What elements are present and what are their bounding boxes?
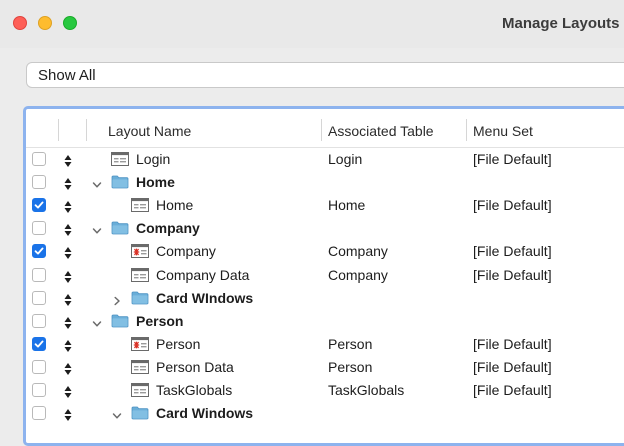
chevron-right-icon[interactable] <box>112 293 122 305</box>
menu-set: [File Default] <box>473 197 552 214</box>
folder-row[interactable]: Card Windows <box>26 402 624 425</box>
layout-name: Person <box>136 312 184 329</box>
menu-checkbox[interactable] <box>32 244 46 259</box>
menu-set: [File Default] <box>473 151 552 167</box>
reorder-handle-icon[interactable] <box>64 316 72 329</box>
layout-name: Home <box>136 174 175 191</box>
menu-checkbox[interactable] <box>32 406 46 421</box>
menu-set: [File Default] <box>473 243 552 260</box>
layout-row[interactable]: TaskGlobals TaskGlobals [File Default] <box>26 379 624 402</box>
layout-icon <box>131 198 149 213</box>
folder-icon <box>111 221 129 235</box>
reorder-handle-icon[interactable] <box>64 293 72 306</box>
folder-icon <box>111 314 129 328</box>
reorder-handle-icon[interactable] <box>64 270 72 283</box>
show-filter-popup[interactable]: Show All <box>26 62 624 88</box>
associated-table: Login <box>328 151 363 167</box>
layout-name: Card WIndows <box>156 289 254 306</box>
associated-table: Person <box>328 335 373 352</box>
layout-icon <box>131 267 149 282</box>
layout-name: Card Windows <box>156 405 254 422</box>
layout-name: Person Data <box>156 358 234 375</box>
list-header: Layout Name Associated Table Menu Set <box>26 109 624 148</box>
layout-name: Home <box>156 197 194 214</box>
layout-name: TaskGlobals <box>156 382 233 398</box>
associated-table: Person <box>328 358 373 375</box>
close-window-button[interactable] <box>13 16 27 30</box>
layout-icon-red <box>131 244 149 259</box>
show-filter-value: Show All <box>38 67 96 84</box>
folder-row[interactable]: Home <box>26 171 624 194</box>
menu-checkbox[interactable] <box>32 175 46 190</box>
layout-name: Company <box>156 243 216 260</box>
chevron-down-icon[interactable] <box>92 223 102 234</box>
layout-row[interactable]: Login Login [File Default] <box>26 148 624 171</box>
chevron-down-icon[interactable] <box>92 177 102 188</box>
header-divider <box>321 119 322 141</box>
layout-row[interactable]: Home Home [File Default] <box>26 194 624 217</box>
layout-row[interactable]: Company Data Company [File Default] <box>26 264 624 287</box>
layout-name: Company Data <box>156 266 250 283</box>
associated-table: TaskGlobals <box>328 382 405 398</box>
layout-icon-red <box>131 336 149 351</box>
column-header-associated-table[interactable]: Associated Table <box>328 123 434 139</box>
folder-icon <box>131 291 149 305</box>
header-divider <box>86 119 87 141</box>
associated-table: Company <box>328 243 388 260</box>
layout-name: Company <box>136 220 200 237</box>
layout-row[interactable]: Person Data Person [File Default] <box>26 356 624 379</box>
chevron-down-icon[interactable] <box>112 408 122 419</box>
menu-checkbox[interactable] <box>32 290 46 305</box>
menu-set: [File Default] <box>473 382 552 398</box>
title-bar: Manage Layouts <box>0 0 624 48</box>
menu-set: [File Default] <box>473 358 552 375</box>
menu-checkbox[interactable] <box>32 221 46 236</box>
window-title: Manage Layouts <box>502 15 620 32</box>
layout-icon <box>111 152 129 166</box>
layout-name: Person <box>156 335 201 352</box>
column-header-menu-set[interactable]: Menu Set <box>473 123 533 139</box>
associated-table: Company <box>328 266 388 283</box>
reorder-handle-icon[interactable] <box>64 246 72 260</box>
menu-checkbox[interactable] <box>32 383 46 397</box>
folder-icon <box>111 175 129 189</box>
layout-name: Login <box>136 151 171 167</box>
layout-row[interactable]: Person Person [File Default] <box>26 333 624 356</box>
layout-icon <box>131 383 149 397</box>
associated-table: Home <box>328 197 366 214</box>
folder-row[interactable]: Company <box>26 217 624 240</box>
menu-checkbox[interactable] <box>32 152 46 166</box>
reorder-handle-icon[interactable] <box>64 154 72 167</box>
header-divider <box>466 119 467 141</box>
layout-icon <box>131 359 149 374</box>
layout-row[interactable]: Company Company [File Default] <box>26 240 624 263</box>
menu-set: [File Default] <box>473 266 552 283</box>
reorder-handle-icon[interactable] <box>64 385 72 398</box>
menu-checkbox[interactable] <box>32 336 46 351</box>
menu-set: [File Default] <box>473 335 552 352</box>
reorder-handle-icon[interactable] <box>64 200 72 214</box>
menu-checkbox[interactable] <box>32 359 46 374</box>
folder-row[interactable]: Person <box>26 310 624 333</box>
reorder-handle-icon[interactable] <box>64 362 72 375</box>
minimize-window-button[interactable] <box>38 16 52 30</box>
folder-icon <box>131 406 149 420</box>
chevron-down-icon[interactable] <box>92 316 102 327</box>
reorder-handle-icon[interactable] <box>64 339 72 352</box>
layout-list[interactable]: Layout Name Associated Table Menu Set Lo… <box>23 106 624 446</box>
zoom-window-button[interactable] <box>63 16 77 30</box>
menu-checkbox[interactable] <box>32 313 46 328</box>
reorder-handle-icon[interactable] <box>64 177 72 191</box>
header-divider <box>58 119 59 141</box>
reorder-handle-icon[interactable] <box>64 223 72 237</box>
menu-checkbox[interactable] <box>32 267 46 282</box>
menu-checkbox[interactable] <box>32 198 46 213</box>
folder-row[interactable]: Card WIndows <box>26 287 624 310</box>
column-header-layout-name[interactable]: Layout Name <box>108 123 191 139</box>
reorder-handle-icon[interactable] <box>64 408 72 422</box>
